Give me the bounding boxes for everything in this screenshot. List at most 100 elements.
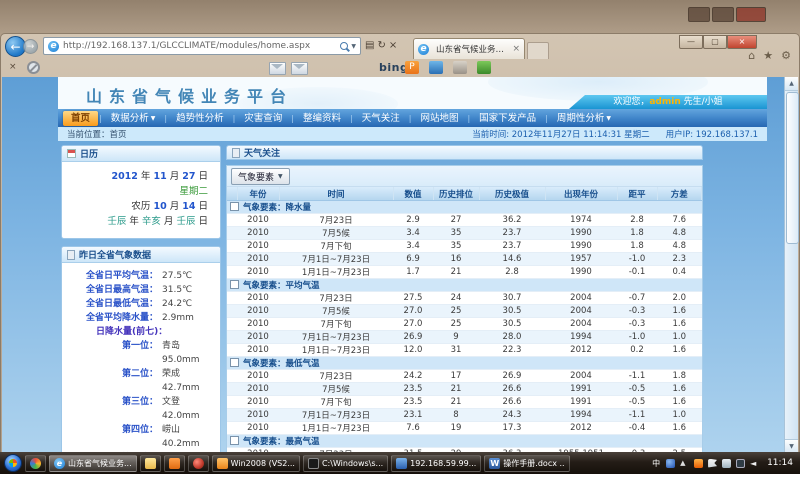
menu-item-5[interactable]: 天气关注 — [354, 111, 408, 126]
address-dropdown-icon[interactable]: ▼ — [351, 43, 356, 50]
menu-item-0[interactable]: 首页 — [63, 111, 98, 126]
taskbar-button-3[interactable] — [164, 455, 185, 472]
taskbar-button-5[interactable]: Win2008 (VS2... — [212, 455, 300, 472]
taskbar-button-8[interactable]: W操作手册.docx .. — [484, 455, 569, 472]
start-button[interactable] — [4, 454, 22, 472]
taskbar-button-6[interactable]: C:\Windows\s... — [303, 455, 388, 472]
table-row: 20107月5候23.52126.61991-0.51.6 — [227, 383, 702, 396]
section-checkbox[interactable] — [230, 436, 239, 445]
data-cell: 2004 — [545, 318, 617, 331]
stop-icon[interactable]: × — [389, 38, 397, 54]
menu-item-2[interactable]: 趋势性分析 — [168, 111, 232, 126]
display-icon[interactable] — [736, 459, 745, 468]
tab-close-icon[interactable]: × — [512, 44, 520, 54]
data-cell: 1990 — [545, 266, 617, 279]
column-header: 年份 — [237, 187, 279, 201]
data-cell: 24 — [433, 292, 479, 305]
search-icon[interactable] — [340, 42, 348, 50]
data-cell: 19 — [433, 422, 479, 435]
colors-icon — [30, 458, 41, 469]
site-banner: 山东省气候业务平台 欢迎您，admin 先生/小姐 — [58, 77, 767, 109]
data-cell: 23.1 — [393, 409, 433, 422]
data-cell: 2010 — [237, 422, 279, 435]
row-checkbox-cell — [227, 292, 237, 305]
maximize-button[interactable]: ▢ — [703, 35, 727, 49]
menu-item-7[interactable]: 国家下发产品 — [471, 111, 544, 126]
stat-label: 全省日最低气温： — [66, 297, 158, 311]
blocked-addon-icon[interactable] — [27, 61, 40, 74]
camera-icon[interactable] — [429, 61, 443, 74]
send-page-icon[interactable] — [291, 62, 308, 75]
stat-value: 2.9mm — [162, 311, 194, 325]
element-filter-button[interactable]: 气象要素 ▼ — [231, 168, 290, 185]
taskbar-button-4[interactable] — [188, 455, 209, 472]
tray-app-icon[interactable] — [666, 459, 675, 468]
tray-overflow-icon[interactable]: ▲ — [680, 459, 689, 468]
tray-flame-icon[interactable] — [694, 459, 703, 468]
data-cell: 25 — [433, 318, 479, 331]
taskbar-button-2[interactable] — [140, 455, 161, 472]
action-center-flag-icon[interactable] — [708, 459, 717, 468]
new-tab-button[interactable] — [527, 42, 549, 59]
data-cell: -0.1 — [617, 266, 657, 279]
refresh-icon[interactable]: ↻ — [377, 38, 385, 54]
browser-tab[interactable]: e 山东省气候业务平... × — [413, 38, 525, 59]
translator-icon[interactable] — [453, 61, 467, 74]
data-cell: 1991 — [545, 383, 617, 396]
section-checkbox[interactable] — [230, 358, 239, 367]
bing-search-icon[interactable]: Ρ — [405, 61, 419, 74]
username: admin — [649, 97, 680, 107]
table-row: 20107月下旬27.02530.52004-0.31.6 — [227, 318, 702, 331]
rank-value: 青岛 95.0mm — [162, 339, 216, 367]
taskbar-clock[interactable]: 11:14 — [767, 458, 793, 468]
mail-icon[interactable] — [269, 62, 286, 75]
toolbar-close-icon[interactable]: × — [9, 62, 17, 72]
section-row: 气象要素：最高气温 — [227, 435, 702, 448]
network-icon[interactable] — [722, 459, 731, 468]
volume-icon[interactable]: ◄ — [750, 459, 759, 468]
data-cell: 0.2 — [617, 344, 657, 357]
site-title: 山东省气候业务平台 — [86, 83, 293, 107]
scrollbar-thumb[interactable] — [786, 92, 799, 244]
menu-item-4[interactable]: 整编资料 — [295, 111, 349, 126]
taskbar-button-1[interactable]: e山东省气候业务... — [49, 455, 137, 472]
data-cell: 30.7 — [479, 292, 545, 305]
stat-label: 全省平均降水量： — [66, 311, 158, 325]
data-cell: 1.0 — [657, 331, 702, 344]
bg-minimize-icon — [688, 7, 710, 22]
word-icon: W — [489, 458, 500, 469]
taskbar-button-0[interactable] — [25, 455, 46, 472]
scroll-up-icon[interactable]: ▲ — [785, 77, 798, 91]
ime-indicator[interactable]: 中 — [652, 459, 661, 468]
menu-item-6[interactable]: 网站地图 — [412, 111, 466, 126]
column-header: 历史排位 — [433, 187, 479, 201]
address-bar[interactable]: e http://192.168.137.1/GLCCLIMATE/module… — [43, 37, 361, 55]
section-checkbox[interactable] — [230, 280, 239, 289]
calendar-icon — [67, 149, 76, 158]
share-icon[interactable] — [477, 61, 491, 74]
compatibility-view-icon[interactable]: ▤ — [365, 38, 374, 54]
minimize-button[interactable]: — — [679, 35, 703, 49]
menu-item-1[interactable]: 数据分析▼ — [103, 111, 164, 126]
scroll-down-icon[interactable]: ▼ — [785, 439, 798, 453]
table-row: 20107月下旬23.52126.61991-0.51.6 — [227, 396, 702, 409]
data-cell: -0.3 — [617, 305, 657, 318]
vertical-scrollbar[interactable]: ▲ ▼ — [784, 77, 798, 453]
data-cell: 2010 — [237, 266, 279, 279]
data-cell: 23.5 — [393, 396, 433, 409]
menu-item-8[interactable]: 周期性分析▼ — [549, 111, 619, 126]
data-cell: 30.5 — [479, 318, 545, 331]
orange-icon — [169, 458, 180, 469]
calendar-weekday: 星期二 — [68, 184, 208, 199]
section-cell: 气象要素：最高气温 — [227, 435, 702, 448]
data-cell: -1.0 — [617, 253, 657, 266]
menu-item-3[interactable]: 灾害查询 — [236, 111, 290, 126]
close-button[interactable]: × — [727, 35, 757, 49]
data-cell: 7月5候 — [279, 305, 393, 318]
section-checkbox[interactable] — [230, 202, 239, 211]
data-cell: 2010 — [237, 331, 279, 344]
data-cell: 7月下旬 — [279, 396, 393, 409]
forward-button[interactable]: → — [23, 39, 38, 54]
taskbar-button-7[interactable]: 192.168.59.99... — [391, 455, 481, 472]
browser-navigation-bar: ← → e http://192.168.137.1/GLCCLIMATE/mo… — [1, 34, 799, 59]
